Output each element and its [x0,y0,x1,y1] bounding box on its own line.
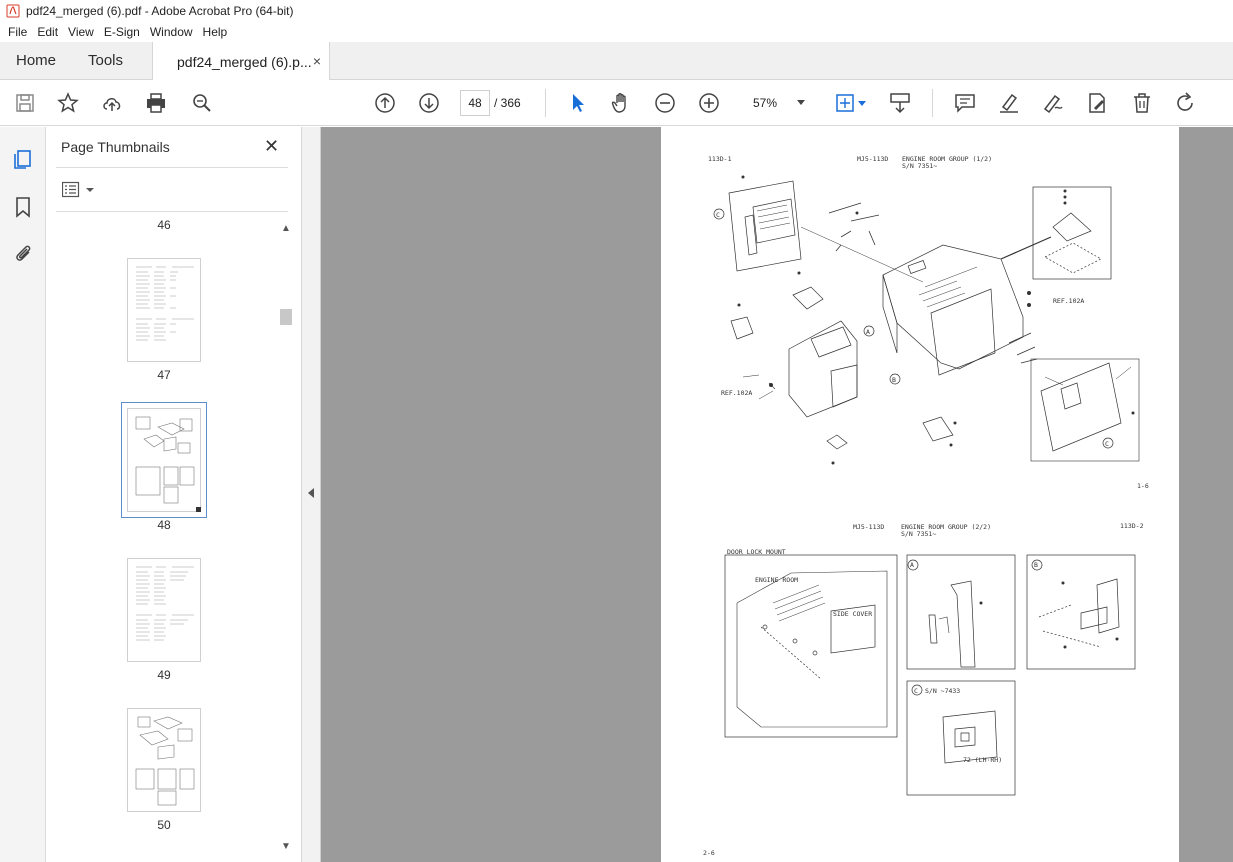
thumbnail-page-47[interactable] [127,258,201,362]
menu-file[interactable]: File [4,25,31,39]
menu-help[interactable]: Help [199,25,232,39]
page-mark-1: 1-6 [1137,482,1149,490]
side-cover-label: SIDE COVER [833,610,873,618]
thumbnail-options-icon[interactable] [62,181,98,199]
detail-b-label: B [1034,561,1038,569]
zoom-level-value: 57% [753,96,778,110]
thumbnail-diagram-preview [135,716,195,806]
tab-home[interactable]: Home [16,52,56,69]
menu-view[interactable]: View [64,25,98,39]
toolbar-separator [545,89,546,117]
edit-pdf-icon[interactable] [1085,91,1109,115]
panel-title: Page Thumbnails [61,139,170,155]
reference-label-1: REF.102A [1053,297,1085,305]
tab-close-icon[interactable]: × [313,53,321,69]
menu-bar: File Edit View E-Sign Window Help [0,22,1233,42]
thumbnail-diagram-preview [135,416,201,512]
thumbnail-label-48: 48 [157,518,171,532]
page-total: / 366 [494,96,521,110]
window-title: pdf24_merged (6).pdf - Adobe Acrobat Pro… [26,4,294,18]
thumbnails-panel: Page Thumbnails ✕ 46 47 48 49 50 ▲ ▼ [46,127,302,862]
thumbnail-label-49: 49 [157,668,171,682]
left-navigation-rail [0,127,46,862]
menu-window[interactable]: Window [146,25,197,39]
hand-tool-icon[interactable] [609,91,633,115]
thumbnail-label-46: 46 [157,218,171,232]
panel-close-icon[interactable]: ✕ [264,136,279,157]
thumbnail-page-48[interactable] [121,402,207,518]
page-code-2: 113D-2 [1120,522,1144,530]
bookmarks-icon[interactable] [11,195,35,219]
callout-a-upper: A [866,328,870,336]
zoom-in-icon[interactable] [697,91,721,115]
fit-page-icon[interactable] [833,91,857,115]
select-cursor-icon[interactable] [566,91,590,115]
zoom-search-icon[interactable] [190,91,214,115]
thumbnail-page-49[interactable] [127,558,201,662]
delete-trash-icon[interactable] [1130,91,1154,115]
bookmark-star-icon[interactable] [56,91,80,115]
panel-divider [56,167,288,168]
model-label-2: MJ5-113D [853,523,885,531]
next-page-icon[interactable] [417,91,441,115]
toolbar-separator [932,89,933,117]
scrollbar-thumb[interactable] [280,309,292,325]
menu-edit[interactable]: Edit [33,25,62,39]
print-icon[interactable] [144,91,168,115]
scroll-up-icon[interactable]: ▲ [281,223,291,234]
detail-c-serial: S/N ~7433 [925,687,961,695]
detail-c-label: C [914,687,918,695]
upload-cloud-icon[interactable] [100,91,124,115]
zoom-out-icon[interactable] [653,91,677,115]
door-lock-mount-label: DOOR LOCK MOUNT [727,548,786,556]
document-page: 113D-1 MJ5-113D ENGINE ROOM GROUP (1/2) … [661,127,1179,862]
bottom-page-mark: 2-6 [703,849,715,857]
thumbnail-parts-list-preview [136,266,194,341]
tab-document-label: pdf24_merged (6).p... [177,53,312,70]
zoom-dropdown-icon [797,100,805,105]
thumbnail-parts-list-preview [136,566,194,641]
callout-c-right: C [1105,440,1109,448]
zoom-level-select[interactable]: 57% [741,90,811,116]
tab-tools[interactable]: Tools [88,52,123,69]
comment-icon[interactable] [953,91,977,115]
thumbnail-label-50: 50 [157,818,171,832]
scroll-down-icon[interactable]: ▼ [281,841,291,852]
draw-sign-icon[interactable] [1041,91,1065,115]
thumbnail-page-50[interactable] [127,708,201,812]
scroll-mode-icon[interactable] [888,91,912,115]
page-number-input[interactable]: 48 [460,90,490,116]
panel-divider [56,211,288,212]
toolbar [0,80,1233,126]
thumbnail-scrollbar[interactable]: ▲ ▼ [279,219,293,857]
title-bar: pdf24_merged (6).pdf - Adobe Acrobat Pro… [0,0,1233,22]
callout-b-upper: B [892,376,896,384]
serial-label-2: S/N 7351~ [901,530,937,538]
previous-page-icon[interactable] [373,91,397,115]
menu-esign[interactable]: E-Sign [100,25,144,39]
save-icon[interactable] [13,91,37,115]
exploded-parts-diagram [713,175,1140,796]
thumbnail-label-47: 47 [157,368,171,382]
lh-rh-label: 72 (LH·RH) [963,756,1003,764]
highlight-pen-icon[interactable] [997,91,1021,115]
detail-a-label: A [910,561,914,569]
page-thumbnails-icon[interactable] [11,147,35,171]
rotate-icon[interactable] [1173,91,1197,115]
reference-label-2: REF.102A [721,389,753,397]
collapse-left-icon[interactable] [308,488,314,498]
fit-dropdown-icon[interactable] [857,100,867,108]
collapse-panel-handle[interactable] [302,127,321,862]
callout-c-upper: C [716,211,720,219]
tab-document[interactable]: pdf24_merged (6).p... × [152,42,330,81]
acrobat-app-icon [6,4,20,18]
attachments-icon[interactable] [11,241,35,265]
engine-room-label: ENGINE ROOM [755,576,799,584]
tab-bar: Home Tools pdf24_merged (6).p... × [0,42,1233,81]
